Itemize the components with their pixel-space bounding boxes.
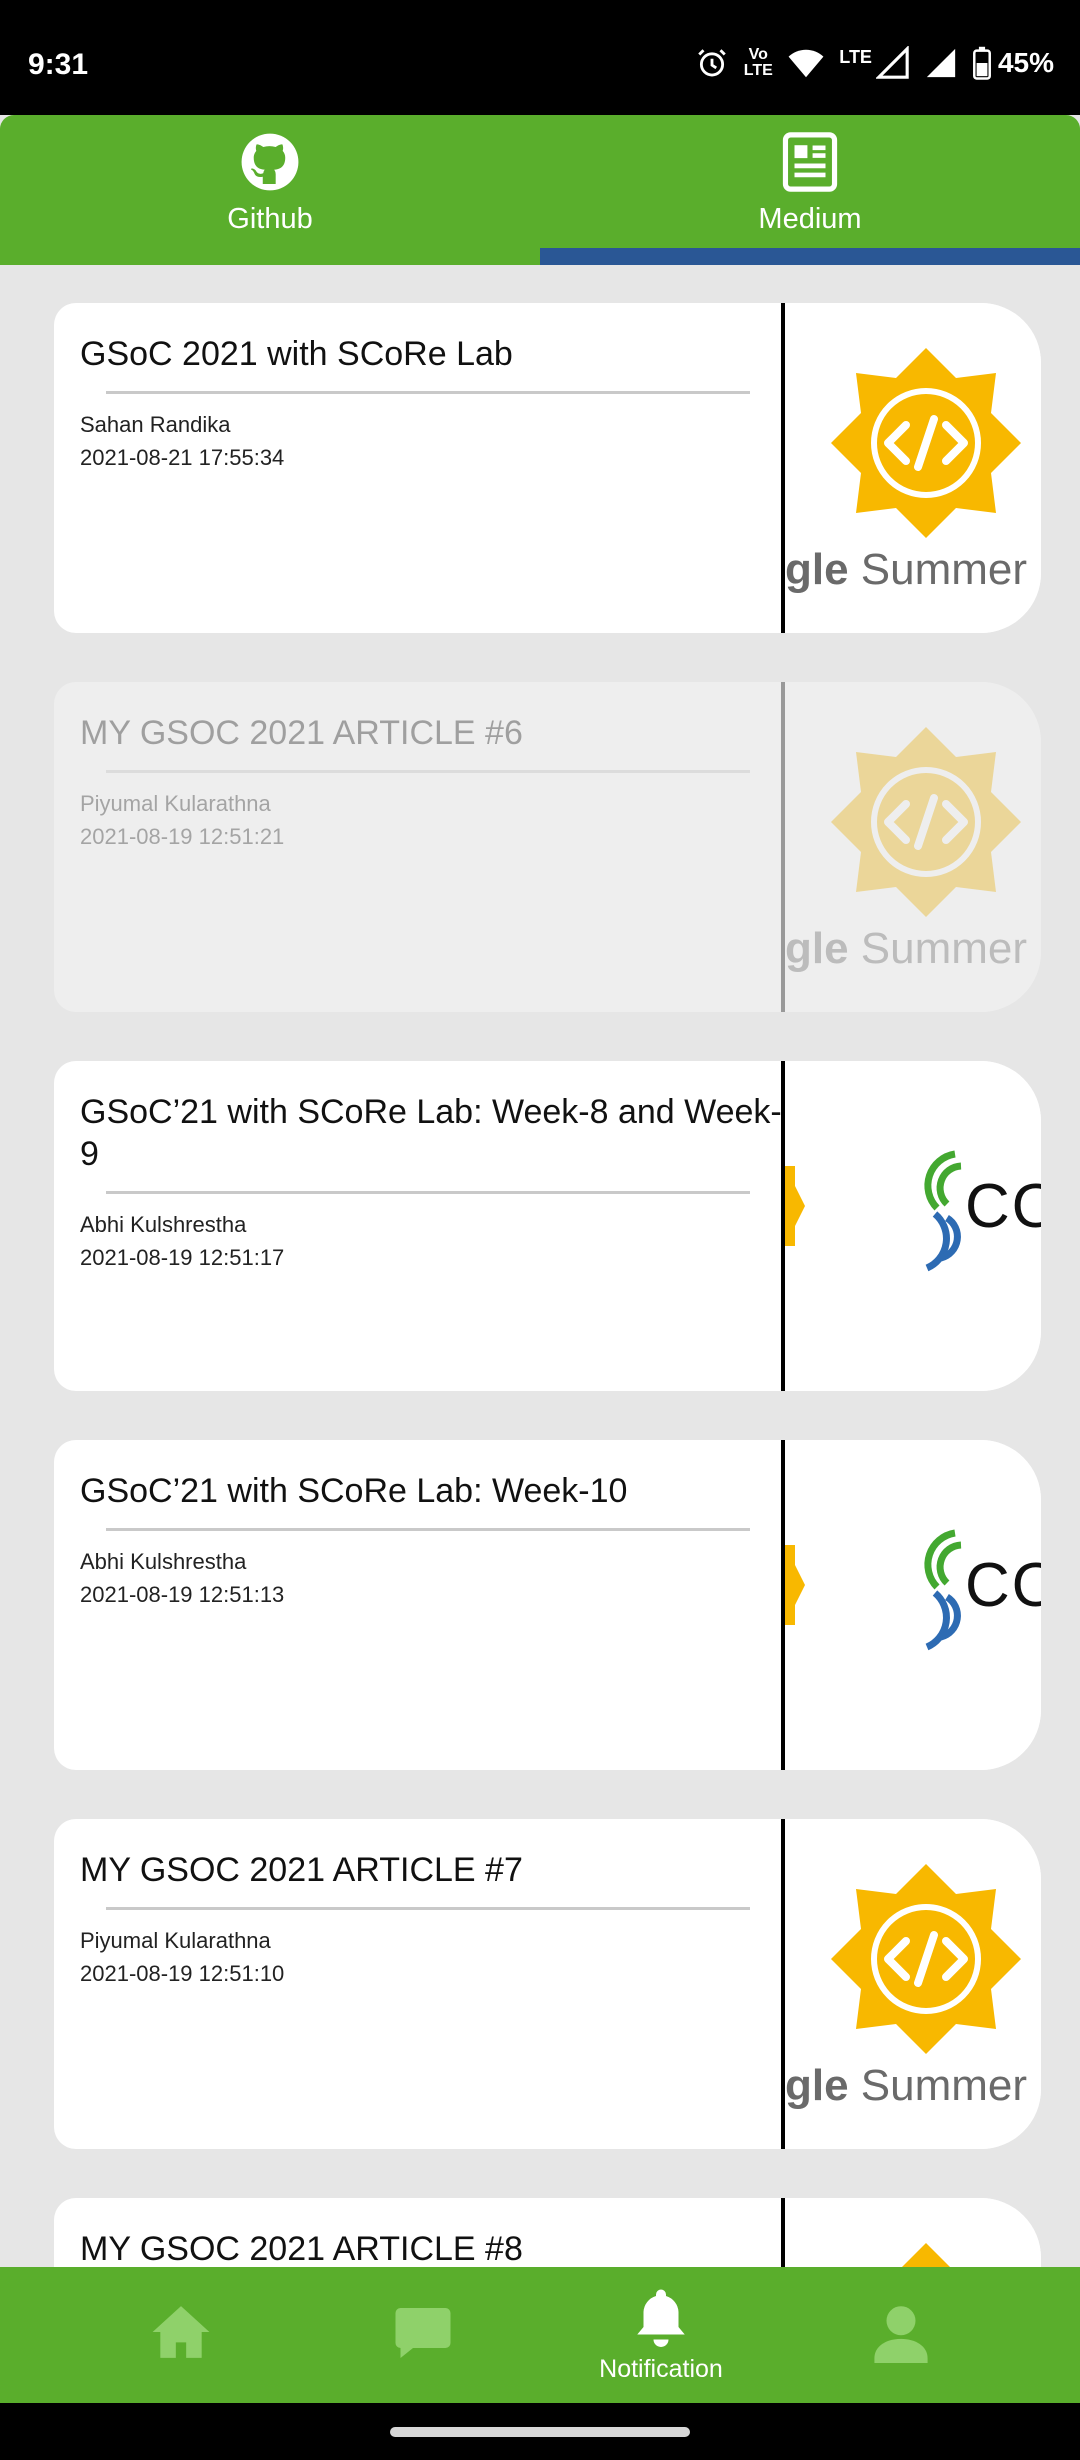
article-card[interactable]: GSoC’21 with SCoRe Lab: Week-8 and Week-… [54,1061,1041,1391]
gsoc-logo-thumbnail: gle Summer of [785,1819,1041,2149]
score-lab-wordmark: CO [965,1172,1041,1241]
article-icon [781,131,839,198]
article-text: GSoC 2021 with SCoRe Lab Sahan Randika 202… [80,333,800,474]
article-card[interactable]: GSoC 2021 with SCoRe Lab Sahan Randika 202… [54,303,1041,633]
article-title: GSoC’21 with SCoRe Lab: Week-10 [80,1472,628,1510]
score-lab-wordmark: CO [965,1551,1041,1620]
article-title: MY GSOC 2021 ARTICLE #8 [80,2230,523,2267]
title-divider [106,770,750,773]
article-date: 2021-08-19 12:51:17 [80,1245,285,1270]
bottom-navigation: Notification [0,2267,1080,2403]
github-icon [239,131,301,198]
alarm-icon [698,49,727,77]
profile-icon [873,2305,929,2368]
article-author: Sahan Randika [80,412,231,437]
wifi-icon [788,49,824,78]
article-feed[interactable]: GSoC 2021 with SCoRe Lab Sahan Randika 202… [0,265,1080,2267]
status-icons: Vo LTE LTE 45% [695,46,1054,80]
tab-medium-label: Medium [758,203,862,235]
tab-github[interactable]: Github [0,115,540,265]
nav-notification[interactable]: Notification [540,2267,782,2403]
article-date: 2021-08-21 17:55:34 [80,445,285,470]
tab-selection-indicator [540,248,1080,265]
title-divider [106,1528,750,1531]
tab-github-label: Github [227,203,313,235]
article-text: MY GSOC 2021 ARTICLE #7 Piyumal Kularathn… [80,1849,800,1990]
score-lab-logo-thumbnail: CO [785,1061,1041,1391]
article-text: MY GSOC 2021 ARTICLE #6 Piyumal Kularathn… [80,712,800,853]
nav-home[interactable] [60,2267,302,2403]
article-title: MY GSOC 2021 ARTICLE #7 [80,1851,523,1889]
title-divider [106,1191,750,1194]
article-date: 2021-08-19 12:51:10 [80,1961,285,1986]
article-text: GSoC’21 with SCoRe Lab: Week-10 Abhi Kuls… [80,1470,800,1611]
nav-chat[interactable] [302,2267,544,2403]
home-icon [150,2303,212,2366]
article-card[interactable]: MY GSOC 2021 ARTICLE #8 gle Summer of [54,2198,1041,2267]
bell-icon [635,2287,687,2352]
gsoc-wordmark: gle Summer of [785,545,1041,594]
title-divider [106,391,750,394]
article-date: 2021-08-19 12:51:13 [80,1582,285,1607]
article-author: Piyumal Kularathna [80,1928,271,1953]
gsoc-sun-icon [902,2243,950,2267]
signal-icon-2 [926,48,956,78]
gsoc-sun-icon [831,1864,1021,2054]
gsoc-sun-edge-icon [785,1166,805,1246]
gsoc-wordmark: gle Summer of [785,924,1041,973]
nav-notification-label: Notification [599,2355,723,2383]
article-text: MY GSOC 2021 ARTICLE #8 [80,2228,800,2267]
score-lab-logo-thumbnail: CO [785,1440,1041,1770]
nav-profile[interactable] [780,2267,1022,2403]
article-author: Abhi Kulshrestha [80,1549,247,1574]
home-gesture-pill[interactable] [390,2427,690,2437]
article-author: Piyumal Kularathna [80,791,271,816]
article-card[interactable]: MY GSOC 2021 ARTICLE #7 Piyumal Kularathn… [54,1819,1041,2149]
battery-icon [972,46,991,80]
battery-percent: 45% [997,47,1054,78]
article-date: 2021-08-19 12:51:21 [80,824,285,849]
gsoc-sun-edge-icon [785,1545,805,1625]
signal-icon [875,46,909,79]
title-divider [106,1907,750,1910]
system-navigation-bar [0,2403,1080,2460]
article-title: GSoC’21 with SCoRe Lab: Week-8 and Week-… [80,1093,782,1173]
status-bar: 9:31 Vo LTE LTE 45% [0,0,1080,115]
article-text: GSoC’21 with SCoRe Lab: Week-8 and Week-… [80,1091,800,1274]
gsoc-wordmark: gle Summer of [785,2061,1041,2110]
tab-medium[interactable]: Medium [540,115,1080,265]
lte-indicator: LTE [839,46,872,67]
gsoc-logo-thumbnail: gle Summer of [785,303,1041,633]
gsoc-sun-icon [831,727,1021,917]
article-card[interactable]: GSoC’21 with SCoRe Lab: Week-10 Abhi Kuls… [54,1440,1041,1770]
chat-icon [393,2305,453,2366]
gsoc-logo-thumbnail: gle Summer of [785,682,1041,1012]
status-time: 9:31 [28,48,89,81]
article-author: Abhi Kulshrestha [80,1212,247,1237]
gsoc-sun-icon [831,348,1021,538]
article-title: GSoC 2021 with SCoRe Lab [80,335,513,373]
gsoc-logo-thumbnail: gle Summer of [785,2198,1041,2267]
source-tabs: Github Medium [0,115,1080,265]
volte-indicator: Vo LTE [743,46,773,79]
article-card[interactable]: MY GSOC 2021 ARTICLE #6 Piyumal Kularathn… [54,682,1041,1012]
article-title: MY GSOC 2021 ARTICLE #6 [80,714,523,752]
